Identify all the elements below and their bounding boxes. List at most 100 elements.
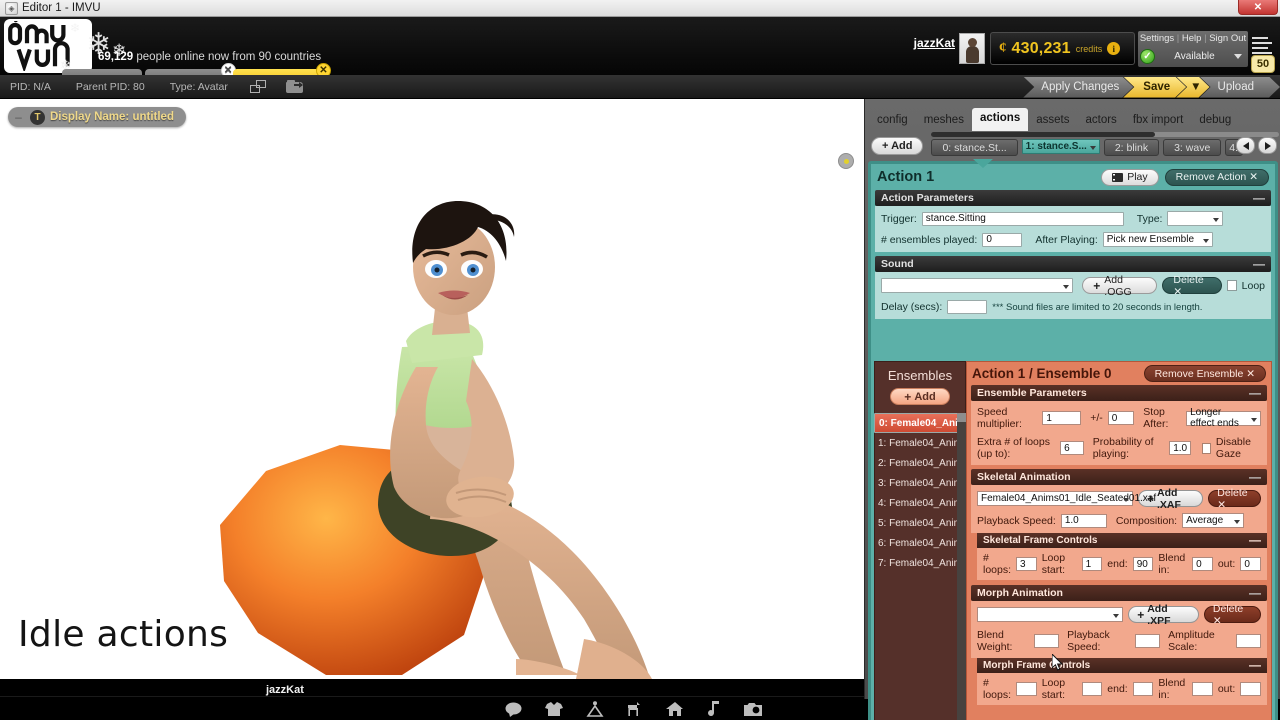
morph-file-select[interactable] <box>977 607 1124 622</box>
skeletal-out-input[interactable]: 0 <box>1240 557 1262 571</box>
sequence-prev-button[interactable] <box>1236 137 1255 154</box>
tab-meshes[interactable]: meshes <box>916 110 972 131</box>
delete-xaf-button[interactable]: Delete ✕ <box>1208 487 1261 511</box>
remove-action-button[interactable]: Remove Action ✕ <box>1164 168 1269 186</box>
morph-blend-in-input[interactable] <box>1192 682 1213 696</box>
nav-tab-editor1[interactable]: Editor 1 ✕ <box>232 63 331 75</box>
stop-after-select[interactable]: Longer effect ends <box>1186 407 1261 429</box>
username-link[interactable]: jazzKat <box>914 36 955 50</box>
blend-weight-input[interactable] <box>1033 634 1060 648</box>
ensemble-item[interactable]: 7: Female04_Anim <box>874 553 966 573</box>
home-icon[interactable] <box>666 701 684 717</box>
credits-info-icon[interactable]: i <box>1107 42 1121 55</box>
duplicate-window-icon[interactable] <box>249 80 266 93</box>
ensemble-item[interactable]: 6: Female04_Anim <box>874 533 966 553</box>
delete-sound-button[interactable]: Delete ✕ <box>1162 274 1222 298</box>
amplitude-scale-input[interactable] <box>1235 634 1261 648</box>
tab-actions[interactable]: actions <box>971 108 1029 131</box>
window-close-button[interactable]: ✕ <box>1238 0 1278 15</box>
trigger-input[interactable]: stance.Sitting <box>921 211 1124 226</box>
apply-changes-button[interactable]: Apply Changes <box>1023 77 1133 98</box>
probability-input[interactable]: 1.0 <box>1169 441 1192 455</box>
skeletal-file-select[interactable]: Female04_Anims01_Idle_Seated01.xaf <box>977 491 1156 506</box>
morph-out-input[interactable] <box>1240 682 1262 696</box>
collapse-icon[interactable]: – <box>12 110 25 124</box>
skeletal-loops-input[interactable]: 3 <box>1016 557 1037 571</box>
tab-assets[interactable]: assets <box>1028 110 1077 131</box>
ensembles-played-input[interactable]: 0 <box>982 232 1023 247</box>
settings-link[interactable]: Settings <box>1140 33 1174 44</box>
add-action-button[interactable]: + Add <box>871 137 924 155</box>
sequence-next-button[interactable] <box>1258 137 1277 154</box>
add-ogg-button[interactable]: + Add .OGG <box>1082 274 1158 298</box>
help-link[interactable]: Help <box>1182 33 1202 44</box>
minimize-icon[interactable]: — <box>1249 534 1261 546</box>
morph-loop-start-input[interactable] <box>1081 682 1103 696</box>
ensemble-item[interactable]: 2: Female04_Anim <box>874 453 966 473</box>
delay-input[interactable] <box>947 300 988 314</box>
viewport-rotate-gizmo[interactable] <box>838 153 854 169</box>
open-folder-icon[interactable] <box>285 80 304 93</box>
ensemble-item[interactable]: 5: Female04_Anim <box>874 513 966 533</box>
plusminus-input[interactable]: 0 <box>1107 411 1135 425</box>
minimize-icon[interactable]: — <box>1249 587 1261 599</box>
minimize-icon[interactable]: — <box>1253 258 1265 270</box>
action-chip-1[interactable]: 1: stance.S... <box>1021 139 1100 154</box>
type-select[interactable] <box>1167 211 1224 226</box>
hamburger-menu-icon[interactable] <box>1252 34 1274 56</box>
ensemble-item[interactable]: 1: Female04_Anim <box>874 433 966 453</box>
chat-icon[interactable] <box>505 702 522 717</box>
upload-button[interactable]: Upload <box>1200 77 1280 98</box>
after-playing-select[interactable]: Pick new Ensemble <box>1102 232 1213 247</box>
camera-icon[interactable] <box>743 702 763 717</box>
minimize-icon[interactable]: — <box>1249 659 1261 671</box>
signout-link[interactable]: Sign Out <box>1209 33 1246 44</box>
nav-tab-create[interactable]: Create ✕ <box>145 63 236 75</box>
sound-file-select[interactable] <box>881 278 1074 293</box>
morph-loops-input[interactable] <box>1016 682 1037 696</box>
music-icon[interactable] <box>707 701 720 717</box>
minimize-icon[interactable]: — <box>1249 471 1261 483</box>
skeletal-blend-in-input[interactable]: 0 <box>1192 557 1213 571</box>
action-chip-0[interactable]: 0: stance.St... <box>931 139 1018 156</box>
ensemble-item[interactable]: 4: Female04_Anim <box>874 493 966 513</box>
playback-speed-input[interactable]: 1.0 <box>1060 513 1107 528</box>
tab-config[interactable]: config <box>869 110 916 131</box>
status-selector[interactable]: ✓ Available <box>1138 47 1248 65</box>
notification-badge[interactable]: 50 <box>1251 55 1275 73</box>
avatar-thumbnail[interactable] <box>959 33 985 64</box>
add-ensemble-button[interactable]: + Add <box>890 388 950 405</box>
extra-loops-input[interactable]: 6 <box>1060 441 1084 455</box>
action-chip-2[interactable]: 2: blink <box>1103 139 1160 156</box>
composition-select[interactable]: Average <box>1182 513 1245 528</box>
speed-multiplier-input[interactable]: 1 <box>1042 411 1082 425</box>
3d-viewport[interactable]: – T Display Name: untitled Idle actions <box>0 99 864 679</box>
morph-end-input[interactable] <box>1132 682 1154 696</box>
skeletal-loop-start-input[interactable]: 1 <box>1081 557 1103 571</box>
delete-xpf-button[interactable]: Delete ✕ <box>1203 603 1261 627</box>
ensemble-item[interactable]: 3: Female04_Anim <box>874 473 966 493</box>
disable-gaze-checkbox[interactable] <box>1202 442 1211 454</box>
pet-icon[interactable] <box>627 701 643 717</box>
shirt-icon[interactable] <box>545 701 563 717</box>
play-action-button[interactable]: Play <box>1101 168 1159 186</box>
add-xpf-button[interactable]: + Add .XPF <box>1128 603 1199 627</box>
credits-display[interactable]: ¢ 430,231 credits i <box>990 32 1135 65</box>
nav-tab-editor1-close-icon[interactable]: ✕ <box>316 63 331 75</box>
minimize-icon[interactable]: — <box>1253 192 1265 204</box>
sequence-scrollbar[interactable] <box>931 132 1280 137</box>
minimize-icon[interactable]: — <box>1249 387 1261 399</box>
tab-fbx-import[interactable]: fbx import <box>1125 110 1192 131</box>
ensembles-scrollbar[interactable] <box>957 413 966 720</box>
morph-playback-speed-input[interactable] <box>1134 634 1161 648</box>
loop-checkbox[interactable] <box>1226 280 1237 291</box>
remove-ensemble-button[interactable]: Remove Ensemble ✕ <box>1143 365 1266 382</box>
ensemble-item[interactable]: 0: Female04_Anim <box>874 413 966 433</box>
tab-debug[interactable]: debug <box>1191 110 1239 131</box>
tab-actors[interactable]: actors <box>1077 110 1124 131</box>
display-name-chip[interactable]: – T Display Name: untitled <box>8 107 186 127</box>
pose-icon[interactable] <box>586 701 604 717</box>
nav-tab-home[interactable]: Home <box>62 69 143 75</box>
action-chip-3[interactable]: 3: wave <box>1163 139 1222 156</box>
skeletal-end-input[interactable]: 90 <box>1132 557 1154 571</box>
